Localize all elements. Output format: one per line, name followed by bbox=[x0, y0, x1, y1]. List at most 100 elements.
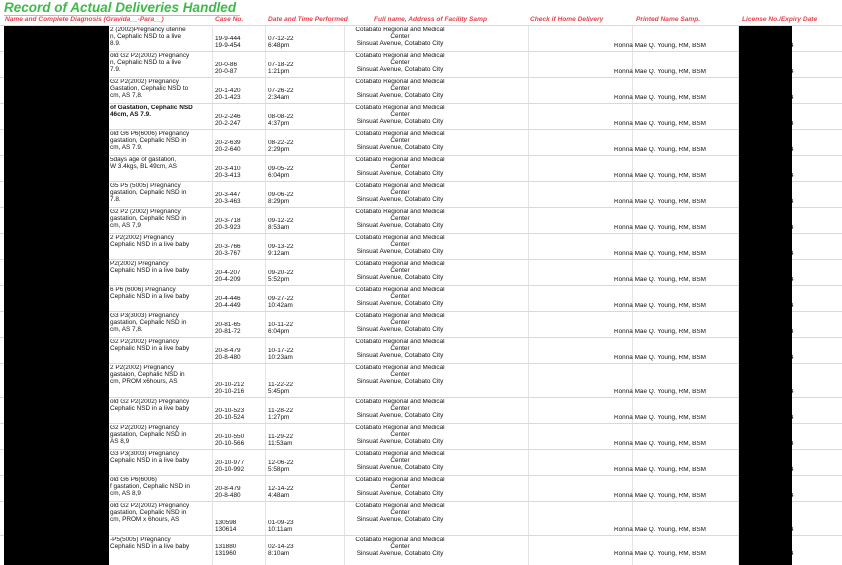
case-no-cell-line: 20-2-640 bbox=[215, 145, 241, 153]
date-time-cell-line: 4:37pm bbox=[268, 119, 290, 127]
date-time-cell: 12-06-22 5:58pm bbox=[268, 460, 326, 474]
date-time-cell-line: 1:27pm bbox=[268, 413, 290, 421]
case-no-cell-line: 20-10-992 bbox=[215, 465, 245, 473]
date-time-cell-line: 4:48am bbox=[268, 491, 290, 499]
midwife-name-cell: Ronna Mae Q. Young, RM, BSM bbox=[590, 173, 730, 180]
midwife-name-cell: Ronna Mae Q. Young, RM, BSM bbox=[590, 199, 730, 206]
midwife-name-cell-line: Ronna Mae Q. Young, RM, BSM bbox=[613, 467, 706, 473]
facility-cell: Cotabato Regional and Medical Center Sinsu… bbox=[345, 313, 455, 334]
header-date-time: Date and Time Performed bbox=[268, 16, 348, 23]
case-no-cell-line: 131960 bbox=[215, 549, 237, 557]
header-license: License No./Expiry Date bbox=[742, 16, 818, 23]
diagnosis-cell: old G2 P2(2002) Pregnancy n, Cephalic NSD… bbox=[110, 53, 212, 74]
facility-cell-line: Sinsuat Avenue, Cotabato City bbox=[356, 299, 444, 307]
case-no-cell-line: 20-3-413 bbox=[215, 171, 241, 179]
facility-cell-line: Sinsuat Avenue, Cotabato City bbox=[356, 325, 444, 333]
facility-cell: Cotabato Regional and Medical Center Sinsu… bbox=[345, 339, 455, 360]
diagnosis-cell-line: 46cm, AS 7.9. bbox=[110, 110, 151, 118]
case-no-cell-line: 20-10-524 bbox=[215, 413, 245, 421]
diagnosis-cell-line: n, Cephalic NSD to a live bbox=[110, 32, 182, 40]
date-time-cell: 10-11-22 6:04pm bbox=[268, 322, 326, 336]
date-time-cell: 07-18-22 1:21pm bbox=[268, 62, 326, 76]
diagnosis-cell: old G2 P2(2002) Pregnancy Cephalic NSD in… bbox=[110, 399, 212, 413]
date-time-cell: 11-29-22 11:53am bbox=[268, 434, 326, 448]
case-no-cell: 20-1-420 20-1-423 bbox=[215, 88, 263, 102]
midwife-name-cell-line: Ronna Mae Q. Young, RM, BSM bbox=[613, 121, 706, 127]
midwife-name-cell: Ronna Mae Q. Young, RM, BSM bbox=[590, 303, 730, 310]
midwife-name-cell-line: Ronna Mae Q. Young, RM, BSM bbox=[613, 95, 706, 101]
document-title: Record of Actual Deliveries Handled bbox=[4, 0, 237, 15]
case-no-cell: 20-8-479 20-8-480 bbox=[215, 348, 263, 362]
diagnosis-cell: 6 P6 (6006) Pregnancy Cephalic NSD in a l… bbox=[110, 287, 212, 301]
facility-cell-line: Sinsuat Avenue, Cotabato City bbox=[356, 351, 444, 359]
date-time-cell-line: 6:04pm bbox=[268, 171, 290, 179]
redaction-block-license bbox=[739, 26, 792, 565]
case-no-cell: 20-2-639 20-2-640 bbox=[215, 140, 263, 154]
date-time-cell: 01-09-23 10:11am bbox=[268, 520, 326, 534]
facility-cell: Cotabato Regional and Medical Center Sinsu… bbox=[345, 365, 455, 386]
case-no-cell-line: 20-8-480 bbox=[215, 491, 241, 499]
midwife-name-cell-line: Ronna Mae Q. Young, RM, BSM bbox=[613, 355, 706, 361]
diagnosis-cell: G2 P2(2002) Pregnancy Gastation, Cephalic… bbox=[110, 79, 212, 100]
facility-cell: Cotabato Regional and Medical Center Sinsu… bbox=[345, 157, 455, 178]
table-row: old G6 P6(6006) f gastation, Cephalic NSD… bbox=[0, 475, 842, 501]
facility-cell: Cotabato Regional and Medical Center Sinsu… bbox=[345, 399, 455, 420]
facility-cell: Cotabato Regional and Medical Center Sinsu… bbox=[345, 27, 455, 48]
table-row: 5days age of gastation, W 3.4kgs, BL 49cm… bbox=[0, 155, 842, 181]
midwife-name-cell-line: Ronna Mae Q. Young, RM, BSM bbox=[613, 199, 706, 205]
date-time-cell: 09-05-22 6:04pm bbox=[268, 166, 326, 180]
case-no-cell: 20-10-550 20-10-566 bbox=[215, 434, 263, 448]
diagnosis-cell: P2(2002) Pregnancy Cephalic NSD in a live… bbox=[110, 261, 212, 275]
date-time-cell: 08-22-22 2:29pm bbox=[268, 140, 326, 154]
case-no-cell: 20-0-86 20-0-87 bbox=[215, 62, 263, 76]
case-no-cell: 20-3-447 20-3-463 bbox=[215, 192, 263, 206]
diagnosis-cell-line: cm, AS 7,8. bbox=[110, 325, 143, 333]
table-row: of Gastation, Cephalic NSD 46cm, AS 7.9. 2… bbox=[0, 103, 842, 129]
diagnosis-cell-line: n, Cephalic NSD to a live bbox=[110, 58, 182, 66]
midwife-name-cell: Ronna Mae Q. Young, RM, BSM bbox=[590, 467, 730, 474]
date-time-cell-line: 11:53am bbox=[268, 439, 293, 447]
date-time-cell: 09-13-22 9:12am bbox=[268, 244, 326, 258]
midwife-name-cell: Ronna Mae Q. Young, RM, BSM bbox=[590, 551, 730, 558]
diagnosis-cell: of Gastation, Cephalic NSD 46cm, AS 7.9. bbox=[110, 105, 212, 119]
facility-cell: Cotabato Regional and Medical Center Sinsu… bbox=[345, 261, 455, 282]
diagnosis-cell-line: Cephalic NSD in a live baby bbox=[110, 292, 190, 300]
midwife-name-cell: Ronna Mae Q. Young, RM, BSM bbox=[590, 329, 730, 336]
header-case-no: Case No. bbox=[215, 16, 244, 23]
date-time-cell-line: 8:29pm bbox=[268, 197, 290, 205]
diagnosis-cell-line: cm, AS 8,9 bbox=[110, 489, 141, 497]
table-row: -P5(5005) Pregnancy Cephalic NSD in a liv… bbox=[0, 535, 842, 559]
date-time-cell-line: 2:29pm bbox=[268, 145, 290, 153]
table-row: old G6 P6(6006) Pregnancy gastation, Ceph… bbox=[0, 129, 842, 155]
facility-cell-line: Sinsuat Avenue, Cotabato City bbox=[356, 515, 444, 523]
facility-cell: Cotabato Regional and Medical Center Sinsu… bbox=[345, 53, 455, 74]
diagnosis-cell: 2 P2(2002) Pregnancy Cephalic NSD in a li… bbox=[110, 235, 212, 249]
midwife-name-cell-line: Ronna Mae Q. Young, RM, BSM bbox=[613, 225, 706, 231]
diagnosis-cell-line: cm, PROM x6hours, AS bbox=[110, 377, 178, 385]
date-time-cell-line: 8:10am bbox=[268, 549, 290, 557]
table-row: 6 P6 (6006) Pregnancy Cephalic NSD in a l… bbox=[0, 285, 842, 311]
table-row: G2 P2(2002) Pregnancy Gastation, Cephalic… bbox=[0, 77, 842, 103]
diagnosis-cell: -P5(5005) Pregnancy Cephalic NSD in a liv… bbox=[110, 537, 212, 551]
diagnosis-cell-line: cm, AS 7,9 bbox=[110, 221, 141, 229]
case-no-cell-line: 20-10-216 bbox=[215, 387, 245, 395]
table-row: G2 P2(2002) Pregnancy gastation, Cephalic… bbox=[0, 423, 842, 449]
facility-cell-line: Sinsuat Avenue, Cotabato City bbox=[356, 221, 444, 229]
diagnosis-cell-line: AS 8,9 bbox=[110, 437, 130, 445]
table-row: old G2 P2(2002) Pregnancy gastation, Ceph… bbox=[0, 501, 842, 535]
diagnosis-cell: G2 P2(2002) Pregnancy gastation, Cephalic… bbox=[110, 425, 212, 446]
facility-cell: Cotabato Regional and Medical Center Sinsu… bbox=[345, 235, 455, 256]
facility-cell: Cotabato Regional and Medical Center Sinsu… bbox=[345, 209, 455, 230]
table-row: G3 P3(3003) Pregnancy Cephalic NSD in a l… bbox=[0, 449, 842, 475]
diagnosis-cell-line: cm, AS 7.9. bbox=[110, 143, 143, 151]
case-no-cell: 20-3-766 20-3-767 bbox=[215, 244, 263, 258]
case-no-cell: 131880 131960 bbox=[215, 544, 263, 558]
midwife-name-cell-line: Ronna Mae Q. Young, RM, BSM bbox=[613, 389, 706, 395]
midwife-name-cell-line: Ronna Mae Q. Young, RM, BSM bbox=[613, 251, 706, 257]
case-no-cell: 19-9-444 19-9-454 bbox=[215, 36, 263, 50]
facility-cell-line: Sinsuat Avenue, Cotabato City bbox=[356, 247, 444, 255]
header-name-diagnosis: Name and Complete Diagnosis (Gravida__-P… bbox=[5, 16, 164, 23]
date-time-cell: 12-14-22 4:48am bbox=[268, 486, 326, 500]
date-time-cell-line: 9:12am bbox=[268, 249, 290, 257]
table-row: G2 P2(2002) Pregnancy Cephalic NSD in a l… bbox=[0, 337, 842, 363]
